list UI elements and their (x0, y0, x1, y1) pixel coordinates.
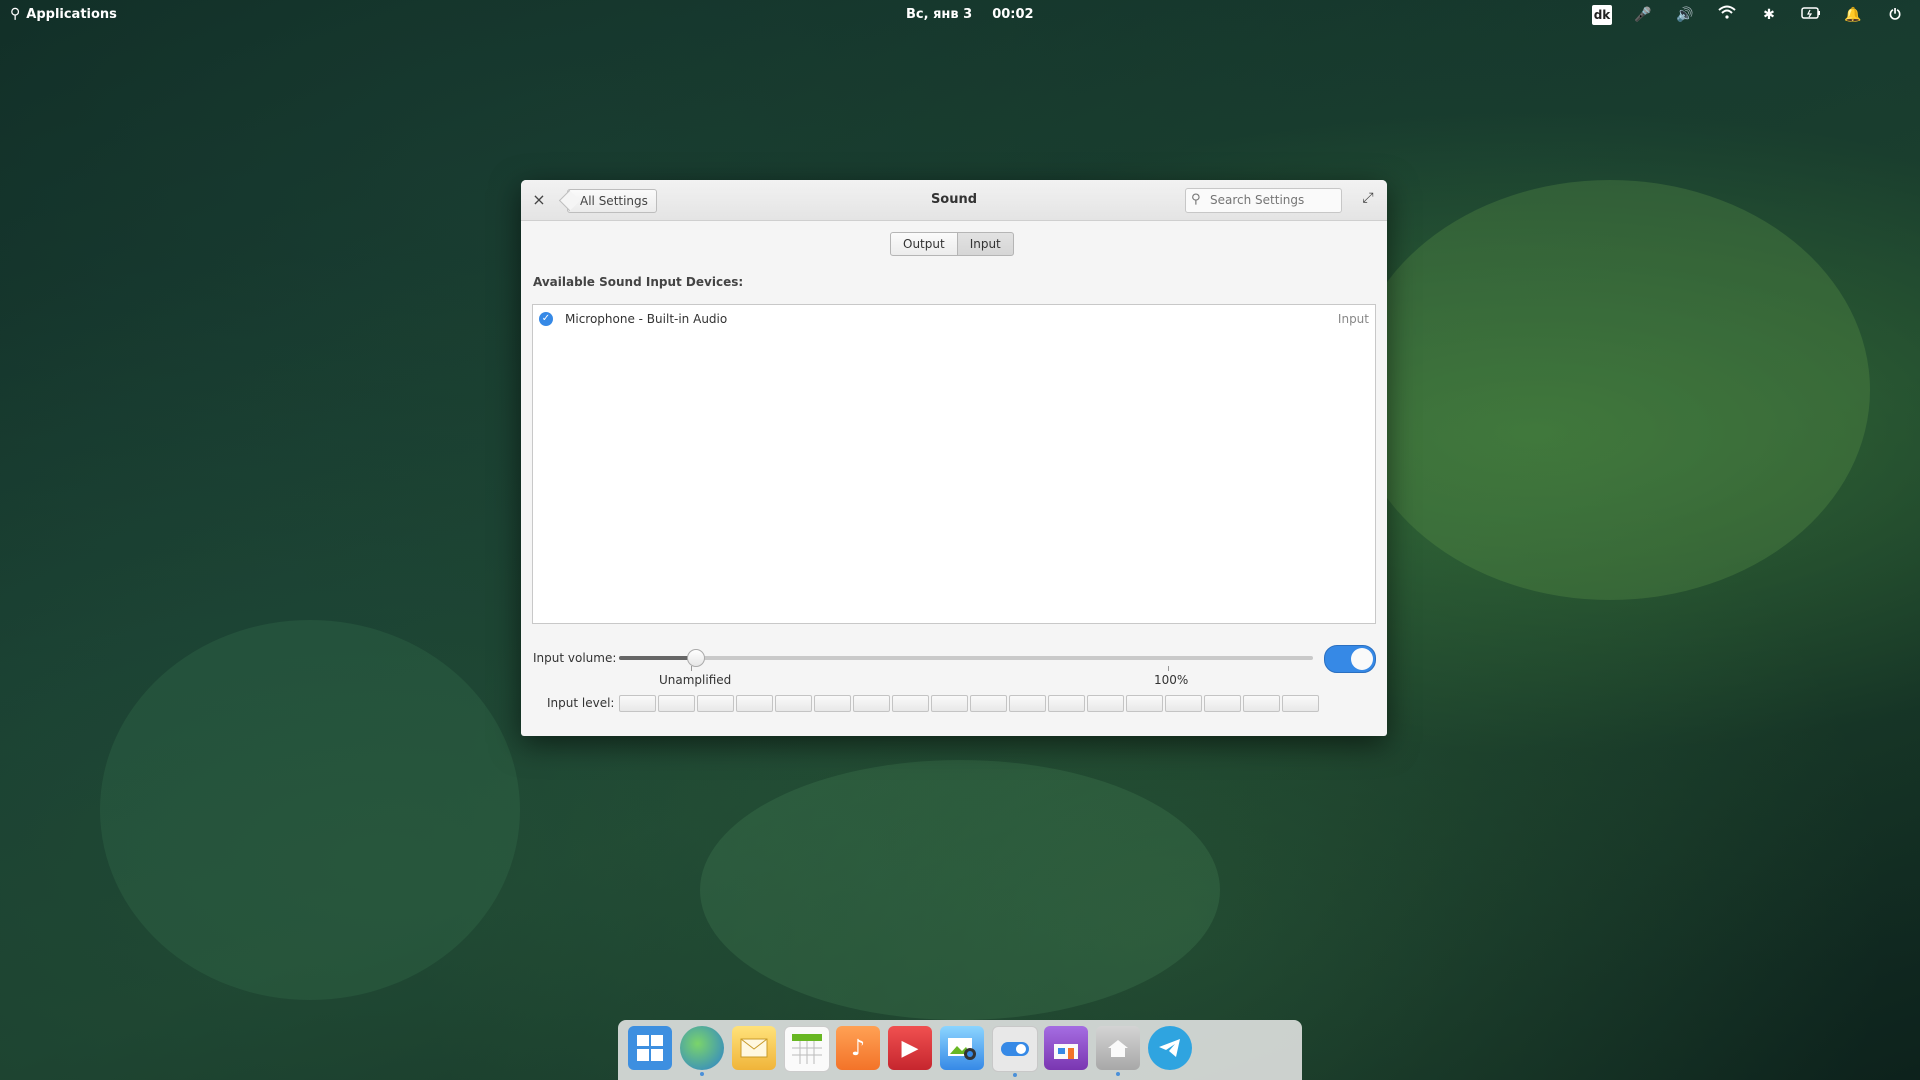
devices-heading: Available Sound Input Devices: (533, 275, 744, 289)
level-segment (814, 695, 851, 712)
level-segment (1126, 695, 1163, 712)
search-field[interactable]: ⚲ (1185, 188, 1342, 213)
search-input[interactable] (1210, 189, 1330, 210)
mark-unamplified: Unamplified (659, 673, 732, 687)
level-segment (1282, 695, 1319, 712)
device-name: Microphone - Built-in Audio (565, 312, 728, 326)
level-segment (970, 695, 1007, 712)
volume-icon[interactable]: 🔊 (1674, 4, 1696, 26)
microphone-icon[interactable]: 🎤 (1632, 4, 1654, 26)
level-segment (853, 695, 890, 712)
slider-tick (1168, 666, 1169, 671)
level-segment (931, 695, 968, 712)
tab-input[interactable]: Input (957, 232, 1014, 256)
top-panel: ⚲ Applications Вс, янв 3 00:02 dk 🎤 🔊 ✱ … (0, 0, 1920, 30)
output-input-switch: Output Input (890, 232, 1014, 256)
system-settings-icon[interactable] (992, 1026, 1038, 1077)
list-item[interactable]: ✓ Microphone - Built-in Audio Input (533, 305, 1375, 333)
switch-knob (1351, 648, 1373, 670)
wallpaper-foliage (1350, 180, 1870, 600)
wifi-icon[interactable] (1716, 4, 1738, 26)
device-type: Input (1337, 312, 1369, 326)
search-icon: ⚲ (1191, 192, 1201, 207)
power-icon[interactable]: ⏻ (1884, 4, 1906, 26)
mark-100-percent: 100% (1154, 673, 1189, 687)
level-segment (658, 695, 695, 712)
battery-icon[interactable] (1800, 4, 1822, 26)
input-volume-label: Input volume: (533, 651, 617, 665)
wallpaper-foliage (700, 760, 1220, 1020)
photos-icon[interactable] (940, 1026, 984, 1070)
multitasking-view-icon[interactable] (628, 1026, 672, 1070)
running-indicator (1116, 1072, 1120, 1076)
level-segment (619, 695, 656, 712)
slider-handle[interactable] (687, 649, 705, 667)
search-icon: ⚲ (10, 6, 21, 22)
applications-menu[interactable]: ⚲ Applications (10, 6, 117, 22)
level-segment (1204, 695, 1241, 712)
sound-settings-window: × All Settings Sound ⚲ ⤢ Output Input Av… (521, 180, 1387, 736)
running-indicator (1013, 1073, 1017, 1077)
dock: ♪ ▶ (618, 1020, 1302, 1080)
telegram-icon[interactable] (1148, 1026, 1192, 1070)
level-segment (1243, 695, 1280, 712)
time-text: 00:02 (992, 7, 1034, 22)
web-browser-icon[interactable] (680, 1026, 724, 1076)
date-text: Вс, янв 3 (906, 7, 973, 22)
level-segment (1048, 695, 1085, 712)
level-segment (1009, 695, 1046, 712)
level-segment (736, 695, 773, 712)
level-segment (1165, 695, 1202, 712)
system-tray: dk 🎤 🔊 ✱ 🔔 ⏻ (1592, 4, 1906, 26)
notifications-icon[interactable]: 🔔 (1842, 4, 1864, 26)
device-list: ✓ Microphone - Built-in Audio Input (532, 304, 1376, 624)
level-segment (1087, 695, 1124, 712)
bluetooth-icon[interactable]: ✱ (1758, 4, 1780, 26)
running-indicator (700, 1072, 704, 1076)
level-segment (775, 695, 812, 712)
datetime-indicator[interactable]: Вс, янв 3 00:02 (906, 7, 1034, 22)
level-segment (697, 695, 734, 712)
tab-output[interactable]: Output (890, 232, 958, 256)
wallpaper-foliage (100, 620, 520, 1000)
input-volume-slider[interactable] (619, 649, 1313, 667)
videos-icon[interactable]: ▶ (888, 1026, 932, 1070)
calendar-icon[interactable] (784, 1026, 830, 1072)
input-level-label: Input level: (547, 696, 615, 710)
applications-label: Applications (26, 6, 117, 22)
music-icon[interactable]: ♪ (836, 1026, 880, 1070)
mail-icon[interactable] (732, 1026, 776, 1070)
input-enable-switch[interactable] (1324, 645, 1376, 673)
input-level-meter (619, 695, 1319, 712)
files-icon[interactable] (1096, 1026, 1140, 1076)
level-segment (892, 695, 929, 712)
keyboard-layout-indicator[interactable]: dk (1592, 5, 1612, 25)
titlebar: × All Settings Sound ⚲ ⤢ (521, 180, 1387, 221)
slider-tick (691, 666, 692, 671)
slider-fill (619, 656, 695, 660)
appcenter-icon[interactable] (1044, 1026, 1088, 1070)
checkmark-icon: ✓ (539, 312, 553, 326)
maximize-icon[interactable]: ⤢ (1359, 190, 1377, 208)
